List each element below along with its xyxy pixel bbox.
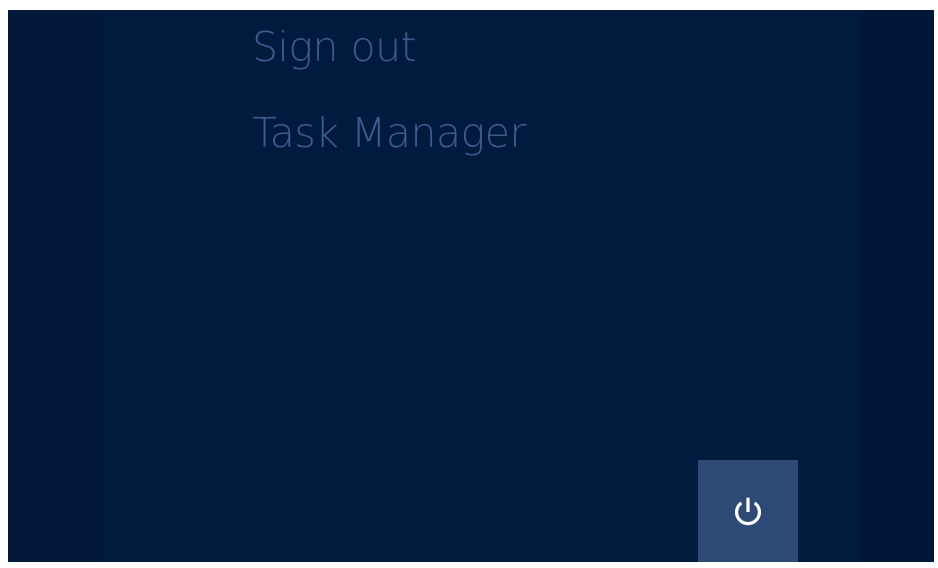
security-options-menu: Sign out Task Manager xyxy=(252,22,526,194)
power-button[interactable] xyxy=(698,460,798,562)
sign-out-option[interactable]: Sign out xyxy=(252,22,526,72)
power-icon xyxy=(729,492,767,530)
task-manager-option[interactable]: Task Manager xyxy=(252,108,526,158)
security-options-screen: Sign out Task Manager xyxy=(8,10,934,562)
